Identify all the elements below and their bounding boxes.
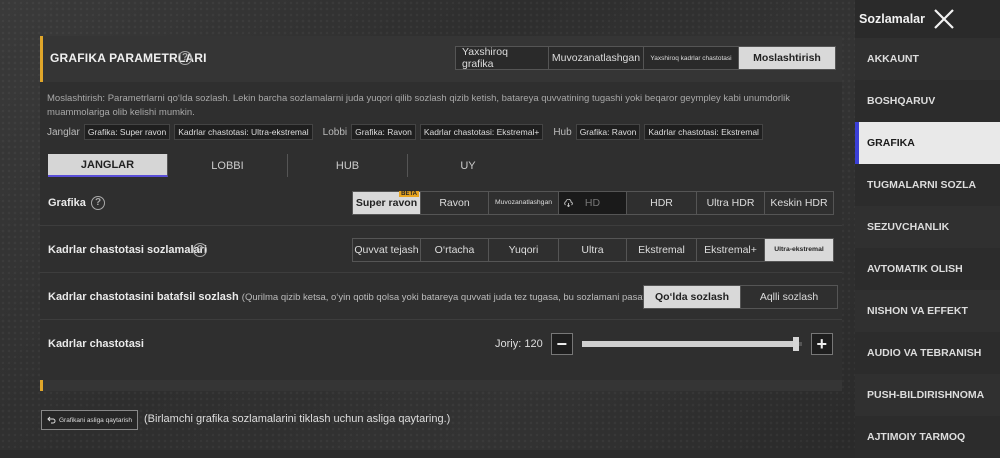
reset-graphics-button[interactable]: Grafikani asliga qaytarish (41, 410, 138, 430)
fps-mode-option-aqlli-sozlash[interactable]: Aqlli sozlash (741, 286, 837, 308)
fps-slider-row: Kadrlar chastotasi Joriy: 120 − + (40, 321, 842, 367)
fps-mode-option-label: Qo‘lda sozlash (654, 290, 730, 303)
fps-option-o-rtacha[interactable]: O‘rtacha (421, 238, 489, 261)
preset-selector: Yaxshiroq grafika Muvozanatlashgan Yaxshir… (455, 46, 836, 70)
fps-option-label: Ekstremal+ (704, 243, 757, 256)
fps-option-label: Ultra-ekstremal (774, 246, 824, 253)
graphics-option-muvozanatlashgan[interactable]: Muvozanatlashgan (489, 191, 559, 214)
graphics-option-label: HDR (650, 196, 673, 209)
tab-janglar[interactable]: JANGLAR (48, 154, 168, 177)
fps-slider: Joriy: 120 − + (495, 333, 833, 355)
sidebar-item-push-bildirishnoma[interactable]: PUSH-BILDIRISHNOMA (855, 374, 1000, 416)
mode-tabs: JANGLAR LOBBI HUB UY (48, 154, 528, 177)
sidebar-item-nishon-va-effekt[interactable]: NISHON VA EFFEKT (855, 290, 1000, 332)
decrease-button[interactable]: − (550, 333, 573, 355)
sidebar-item-audio-va-tebranish[interactable]: AUDIO VA TEBRANISH (855, 332, 1000, 374)
fps-option-ekstremal[interactable]: Ekstremal+ (697, 238, 765, 261)
fps-option-ekstremal[interactable]: Ekstremal (627, 238, 697, 261)
fps-settings-label: Kadrlar chastotasi sozlamalari (48, 243, 207, 256)
graphics-settings-panel: GRAFIKA PARAMETRLARI ? Yaxshiroq grafika… (40, 36, 842, 391)
graphics-option-label: Super ravon (355, 196, 418, 209)
graphics-option-ultra-hdr[interactable]: Ultra HDR (697, 191, 765, 214)
summary-hub-fps: Kadrlar chastotasi: Ekstremal (644, 124, 763, 140)
increase-button[interactable]: + (810, 333, 833, 355)
fps-option-label: Quvvat tejash (354, 243, 419, 256)
tab-hub[interactable]: HUB (288, 154, 408, 177)
fps-slider-track[interactable] (581, 337, 802, 351)
preset-description: Moslashtirish: Parametrlarni qo‘lda sozl… (47, 93, 790, 118)
sidebar-item-boshqaruv[interactable]: BOSHQARUV (855, 80, 1000, 122)
graphics-option-hdr[interactable]: HDR (627, 191, 697, 214)
settings-summary: Janglar Grafika: Super ravon Kadrlar cha… (47, 124, 763, 140)
fps-current-value: Joriy: 120 (495, 338, 543, 350)
reset-note: (Birlamchi grafika sozlamalarini tiklash… (144, 413, 451, 425)
fps-selector: Quvvat tejash O‘rtacha Yuqori Ultra Ekstrema… (352, 237, 834, 262)
fps-slider-label: Kadrlar chastotasi (48, 338, 144, 350)
fps-settings-row: Kadrlar chastotasi sozlamalari ? Quvvat … (40, 227, 842, 273)
sidebar-item-sezuvchanlik[interactable]: SEZUVCHANLIK (855, 206, 1000, 248)
fps-mode-option-qo-lda-sozlash[interactable]: Qo‘lda sozlash (644, 285, 741, 308)
summary-lobbi-fps: Kadrlar chastotasi: Ekstremal+ (419, 124, 544, 140)
fps-option-label: Ekstremal (638, 243, 685, 256)
settings-sidebar: Sozlamalar AKKAUNT BOSHQARUV GRAFIKA TUGMAL… (855, 0, 1000, 458)
graphics-quality-selector: Super ravon BETA Ravon Muvozanatlashgan HD HD… (352, 190, 834, 215)
reset-button-label: Grafikani asliga qaytarish (59, 416, 132, 424)
fps-option-ultra-ekstremal[interactable]: Ultra-ekstremal (765, 238, 833, 261)
fps-detail-label: Kadrlar chastotasini batafsil sozlash (Q… (48, 291, 650, 303)
fps-mode-selector: Qo‘lda sozlash Aqlli sozlash (643, 284, 838, 309)
summary-lobbi-graphics: Grafika: Ravon (351, 124, 416, 140)
beta-badge: BETA (399, 190, 419, 197)
sidebar-title: Sozlamalar (859, 12, 926, 26)
fps-detail-title: Kadrlar chastotasini batafsil sozlash (48, 290, 239, 303)
sidebar-item-avtomatik-olish[interactable]: AVTOMATIK OLISH (855, 248, 1000, 290)
tab-lobbi[interactable]: LOBBI (168, 154, 288, 177)
graphics-option-label: HD (584, 196, 601, 209)
graphics-option-label: Ultra HDR (706, 196, 755, 209)
preset-moslashtirish[interactable]: Moslashtirish (739, 47, 835, 69)
fps-mode-option-label: Aqlli sozlash (759, 290, 819, 303)
summary-hub-label: Hub (553, 126, 572, 138)
close-icon[interactable] (933, 8, 955, 30)
slider-handle[interactable] (793, 337, 800, 351)
cloud-download-icon (564, 198, 573, 207)
fps-detail-hint: (Qurilma qizib ketsa, o‘yin qotib qolsa … (241, 291, 650, 303)
summary-janglar-label: Janglar (47, 126, 80, 138)
summary-lobbi-label: Lobbi (322, 126, 348, 138)
sidebar-item-grafika[interactable]: GRAFIKA (855, 122, 1000, 164)
graphics-option-label: Ravon (439, 196, 470, 209)
graphics-label: Grafika (48, 196, 86, 209)
fps-option-label: Yuqori (508, 243, 539, 256)
graphics-row: Grafika ? Super ravon BETA Ravon Muvozanatl… (40, 180, 842, 226)
fps-option-quvvat-tejash[interactable]: Quvvat tejash (353, 238, 421, 261)
help-icon[interactable]: ? (178, 51, 192, 65)
fps-option-yuqori[interactable]: Yuqori (489, 238, 559, 261)
graphics-option-keskin-hdr[interactable]: Keskin HDR (765, 192, 833, 214)
sidebar-item-tugmalarni-sozla[interactable]: TUGMALARNI SOZLA (855, 164, 1000, 206)
fps-detail-row: Kadrlar chastotasini batafsil sozlash (Q… (40, 274, 842, 320)
sidebar-item-akkaunt[interactable]: AKKAUNT (855, 38, 1000, 80)
graphics-option-super-ravon[interactable]: Super ravon BETA (353, 190, 421, 214)
graphics-option-label: Muvozanatlashgan (494, 199, 553, 206)
fps-option-label: O‘rtacha (434, 243, 475, 256)
fps-option-ultra[interactable]: Ultra (559, 238, 627, 261)
preset-yaxshiroq-kadrlar-chastotasi[interactable]: Yaxshiroq kadrlar chastotasi (644, 47, 739, 69)
section-header: GRAFIKA PARAMETRLARI ? Yaxshiroq grafika… (40, 36, 842, 82)
next-section-header (40, 380, 842, 391)
graphics-option-ravon[interactable]: Ravon (421, 191, 489, 214)
summary-janglar-graphics: Grafika: Super ravon (83, 124, 171, 140)
help-icon[interactable]: ? (91, 195, 105, 210)
summary-janglar-fps: Kadrlar chastotasi: Ultra-ekstremal (174, 124, 313, 140)
graphics-option-label: Keskin HDR (770, 196, 828, 209)
summary-hub-graphics: Grafika: Ravon (575, 124, 641, 140)
preset-muvozanatlashgan[interactable]: Muvozanatlashgan (549, 47, 644, 69)
fps-option-label: Ultra (581, 243, 604, 256)
preset-yaxshiroq-grafika[interactable]: Yaxshiroq grafika (456, 46, 549, 70)
slider-fill (581, 341, 798, 347)
tab-uy[interactable]: UY (408, 154, 528, 177)
sidebar-item-ajtimoiy-tarmoq[interactable]: AJTIMOIY TARMOQ (855, 416, 1000, 458)
graphics-option-hd[interactable]: HD (559, 191, 627, 214)
undo-icon (47, 416, 56, 424)
help-icon[interactable]: ? (193, 242, 207, 257)
